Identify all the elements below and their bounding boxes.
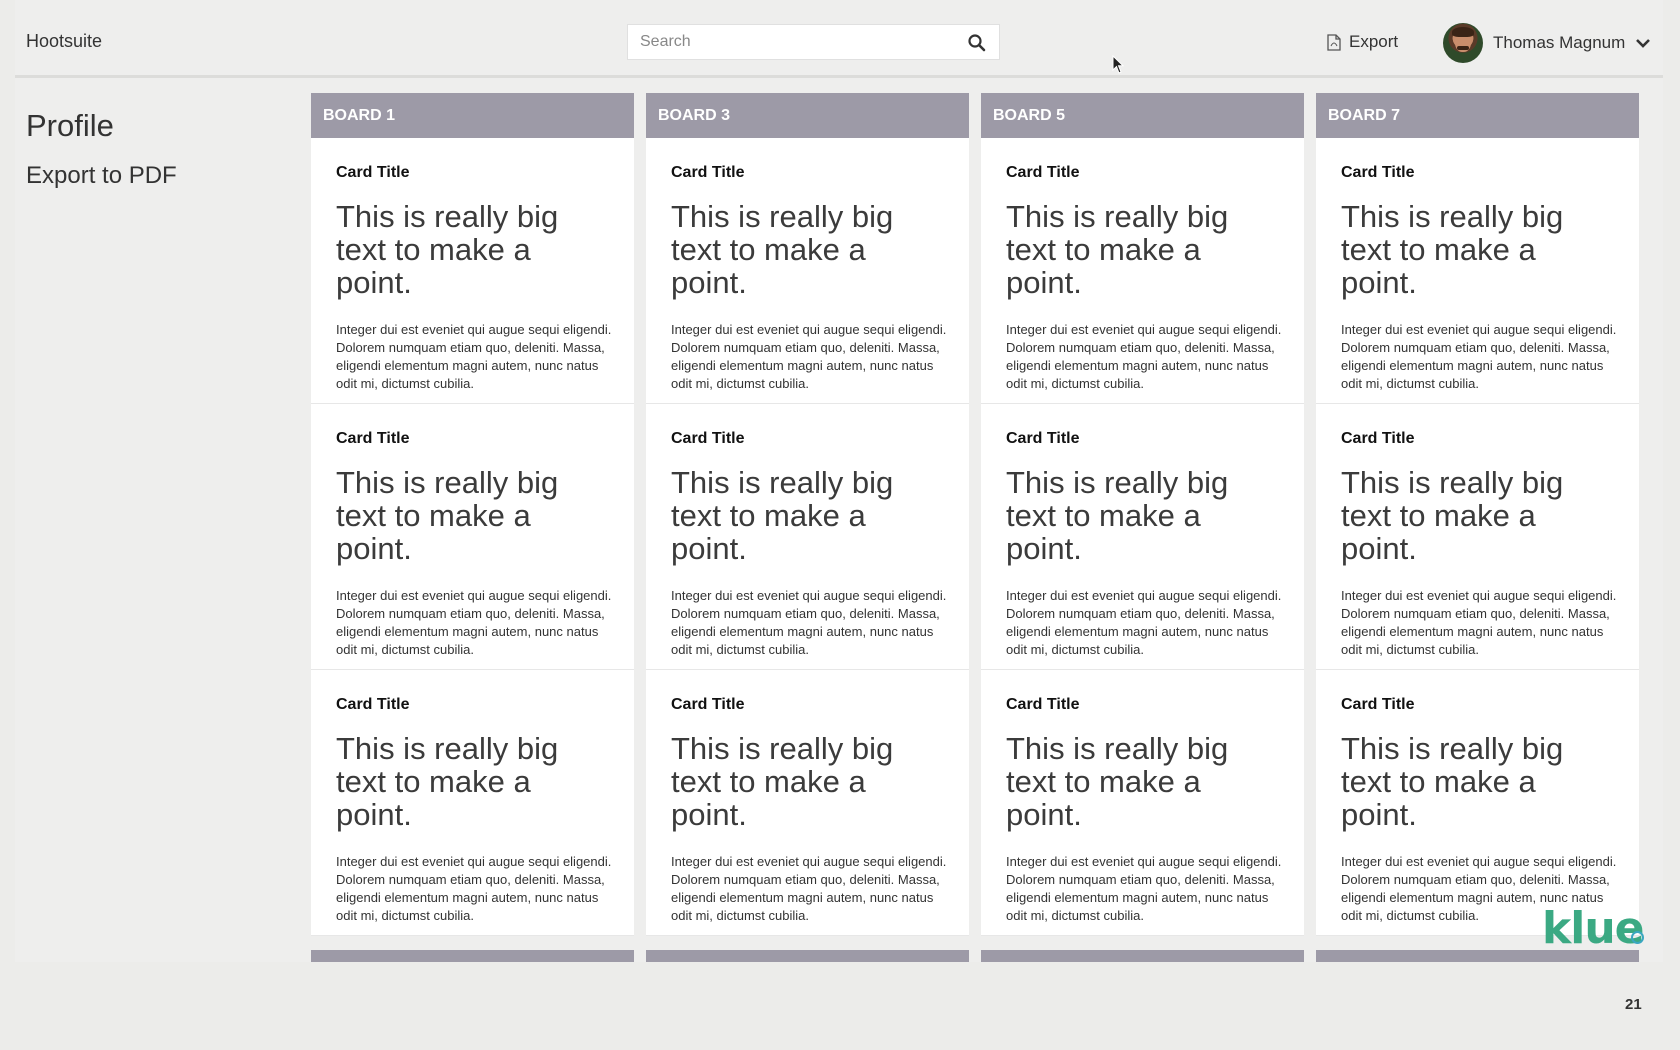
export-button[interactable]: Export <box>1327 30 1398 54</box>
chevron-down-icon <box>1636 39 1651 48</box>
card-body: Integer dui est eveniet qui augue sequi … <box>336 854 612 923</box>
board-header[interactable]: BOARD 7 <box>1316 93 1639 138</box>
card-title: Card Title <box>1006 430 1080 447</box>
card-title: Card Title <box>336 696 410 713</box>
card[interactable]: Card Title This is really big text to mak… <box>1316 404 1639 670</box>
card-title: Card Title <box>1006 696 1080 713</box>
user-name: Thomas Magnum <box>1493 33 1626 52</box>
board-header[interactable]: BOARD 5 <box>981 93 1304 138</box>
card-body: Integer dui est eveniet qui augue sequi … <box>1341 322 1617 391</box>
card[interactable]: Card Title This is really big text to mak… <box>311 670 634 936</box>
card-big-text: This is really big text to make a point. <box>1006 199 1229 300</box>
next-board-header <box>981 950 1304 962</box>
card-body: Integer dui est eveniet qui augue sequi … <box>671 854 947 923</box>
page: Hootsuite Export <box>0 0 1680 1050</box>
card[interactable]: Card Title This is really big text to mak… <box>646 404 969 670</box>
page-number: 21 <box>1625 996 1642 1013</box>
card-big-text: This is really big text to make a point. <box>1006 465 1229 566</box>
search-icon[interactable] <box>967 33 987 53</box>
card[interactable]: Card Title This is really big text to mak… <box>1316 670 1639 936</box>
avatar <box>1443 23 1483 63</box>
board-column: BOARD 3 Card Title This is really big text… <box>646 93 969 962</box>
card-title: Card Title <box>671 430 745 447</box>
user-menu[interactable]: Thomas Magnum <box>1443 22 1651 64</box>
card-big-text: This is really big text to make a point. <box>336 731 559 832</box>
board-header[interactable]: BOARD 1 <box>311 93 634 138</box>
card-big-text: This is really big text to make a point. <box>1341 199 1564 300</box>
next-board-header <box>311 950 634 962</box>
card-big-text: This is really big text to make a point. <box>336 465 559 566</box>
card-body: Integer dui est eveniet qui augue sequi … <box>1006 322 1282 391</box>
board-header[interactable]: BOARD 3 <box>646 93 969 138</box>
sidebar-title: Profile <box>26 108 114 143</box>
card[interactable]: Card Title This is really big text to mak… <box>311 404 634 670</box>
card-body: Integer dui est eveniet qui augue sequi … <box>1341 588 1617 657</box>
brand-name[interactable]: Hootsuite <box>26 31 102 52</box>
card-big-text: This is really big text to make a point. <box>671 199 894 300</box>
search-box[interactable] <box>627 24 1000 60</box>
next-board-header <box>646 950 969 962</box>
logo-dot <box>1631 931 1644 944</box>
card-title: Card Title <box>671 164 745 181</box>
card-title: Card Title <box>1341 696 1415 713</box>
app-window: Hootsuite Export <box>15 0 1663 962</box>
card-big-text: This is really big text to make a point. <box>671 465 894 566</box>
card[interactable]: Card Title This is really big text to mak… <box>646 138 969 404</box>
card-title: Card Title <box>1341 164 1415 181</box>
board-column: BOARD 5 Card Title This is really big text… <box>981 93 1304 962</box>
card-title: Card Title <box>336 430 410 447</box>
card-big-text: This is really big text to make a point. <box>1006 731 1229 832</box>
klue-logo: klue <box>1542 903 1645 954</box>
card-body: Integer dui est eveniet qui augue sequi … <box>671 588 947 657</box>
card-body: Integer dui est eveniet qui augue sequi … <box>336 322 612 391</box>
top-bar: Hootsuite Export <box>15 0 1663 78</box>
mouse-cursor-icon <box>1112 55 1125 74</box>
card-body: Integer dui est eveniet qui augue sequi … <box>1006 854 1282 923</box>
card-body: Integer dui est eveniet qui augue sequi … <box>671 322 947 391</box>
card[interactable]: Card Title This is really big text to mak… <box>981 404 1304 670</box>
board-column: BOARD 1 Card Title This is really big text… <box>311 93 634 962</box>
card-big-text: This is really big text to make a point. <box>1341 731 1564 832</box>
card-big-text: This is really big text to make a point. <box>671 731 894 832</box>
card[interactable]: Card Title This is really big text to mak… <box>646 670 969 936</box>
sidebar-item-export-pdf[interactable]: Export to PDF <box>26 162 177 190</box>
card-title: Card Title <box>336 164 410 181</box>
card-title: Card Title <box>671 696 745 713</box>
card-body: Integer dui est eveniet qui augue sequi … <box>1006 588 1282 657</box>
export-label: Export <box>1349 32 1399 51</box>
card-big-text: This is really big text to make a point. <box>1341 465 1564 566</box>
card[interactable]: Card Title This is really big text to mak… <box>1316 138 1639 404</box>
card-body: Integer dui est eveniet qui augue sequi … <box>336 588 612 657</box>
card[interactable]: Card Title This is really big text to mak… <box>311 138 634 404</box>
board-column: BOARD 7 Card Title This is really big text… <box>1316 93 1639 962</box>
card-title: Card Title <box>1006 164 1080 181</box>
card-title: Card Title <box>1341 430 1415 447</box>
card-big-text: This is really big text to make a point. <box>336 199 559 300</box>
card[interactable]: Card Title This is really big text to mak… <box>981 138 1304 404</box>
card[interactable]: Card Title This is really big text to mak… <box>981 670 1304 936</box>
search-input[interactable] <box>628 25 948 59</box>
pdf-file-icon <box>1327 33 1341 51</box>
sidebar: Profile Export to PDF <box>26 108 177 190</box>
